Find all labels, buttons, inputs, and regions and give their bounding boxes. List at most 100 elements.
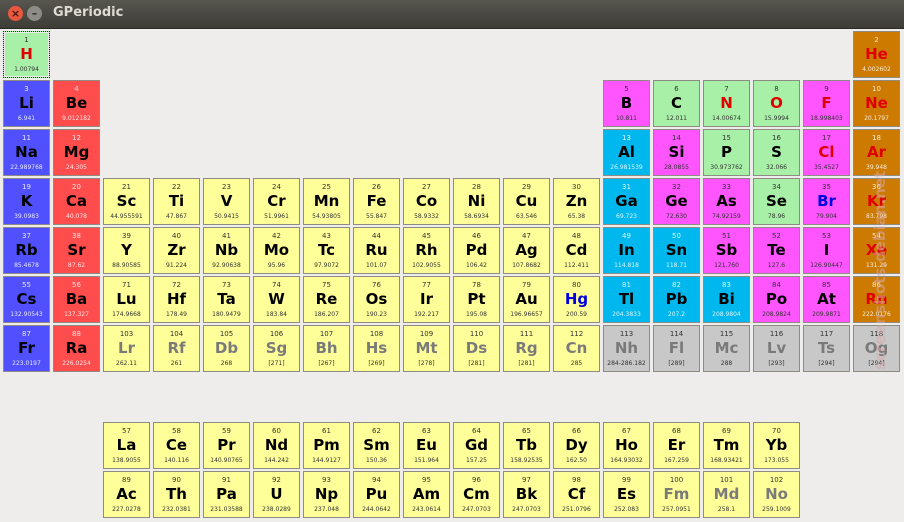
element-ir[interactable]: 77 Ir 192.217: [403, 276, 450, 323]
element-os[interactable]: 76 Os 190.23: [353, 276, 400, 323]
element-es[interactable]: 99 Es 252.083: [603, 471, 650, 518]
element-ni[interactable]: 28 Ni 58.6934: [453, 178, 500, 225]
element-re[interactable]: 75 Re 186.207: [303, 276, 350, 323]
element-mo[interactable]: 42 Mo 95.96: [253, 227, 300, 274]
element-po[interactable]: 84 Po 208.9824: [753, 276, 800, 323]
element-at[interactable]: 85 At 209.9871: [803, 276, 850, 323]
element-s[interactable]: 16 S 32.066: [753, 129, 800, 176]
element-tc[interactable]: 43 Tc 97.9072: [303, 227, 350, 274]
element-pr[interactable]: 59 Pr 140.90765: [203, 422, 250, 469]
element-mg[interactable]: 12 Mg 24.305: [53, 129, 100, 176]
element-tb[interactable]: 65 Tb 158.92535: [503, 422, 550, 469]
element-se[interactable]: 34 Se 78.96: [753, 178, 800, 225]
element-ru[interactable]: 44 Ru 101.07: [353, 227, 400, 274]
minimize-button[interactable]: –: [27, 6, 42, 21]
element-f[interactable]: 9 F 18.998403: [803, 80, 850, 127]
element-md[interactable]: 101 Md 258.1: [703, 471, 750, 518]
element-w[interactable]: 74 W 183.84: [253, 276, 300, 323]
element-ne[interactable]: 10 Ne 20.1797: [853, 80, 900, 127]
element-cm[interactable]: 96 Cm 247.0703: [453, 471, 500, 518]
element-as[interactable]: 33 As 74.92159: [703, 178, 750, 225]
element-np[interactable]: 93 Np 237.048: [303, 471, 350, 518]
element-p[interactable]: 15 P 30.973762: [703, 129, 750, 176]
element-ti[interactable]: 22 Ti 47.867: [153, 178, 200, 225]
element-cd[interactable]: 48 Cd 112.411: [553, 227, 600, 274]
element-b[interactable]: 5 B 10.811: [603, 80, 650, 127]
element-cr[interactable]: 24 Cr 51.9961: [253, 178, 300, 225]
element-ba[interactable]: 56 Ba 137.327: [53, 276, 100, 323]
element-rg[interactable]: 111 Rg [281]: [503, 325, 550, 372]
element-pu[interactable]: 94 Pu 244.0642: [353, 471, 400, 518]
element-pt[interactable]: 78 Pt 195.08: [453, 276, 500, 323]
element-am[interactable]: 95 Am 243.0614: [403, 471, 450, 518]
element-k[interactable]: 19 K 39.0983: [3, 178, 50, 225]
element-sb[interactable]: 51 Sb 121.760: [703, 227, 750, 274]
element-db[interactable]: 105 Db 268: [203, 325, 250, 372]
element-cl[interactable]: 17 Cl 35.4527: [803, 129, 850, 176]
element-th[interactable]: 90 Th 232.0381: [153, 471, 200, 518]
element-in[interactable]: 49 In 114.818: [603, 227, 650, 274]
element-lu[interactable]: 71 Lu 174.9668: [103, 276, 150, 323]
element-fl[interactable]: 114 Fl [289]: [653, 325, 700, 372]
element-dy[interactable]: 66 Dy 162.50: [553, 422, 600, 469]
element-pb[interactable]: 82 Pb 207.2: [653, 276, 700, 323]
element-c[interactable]: 6 C 12.011: [653, 80, 700, 127]
element-ra[interactable]: 88 Ra 226.0254: [53, 325, 100, 372]
element-rf[interactable]: 104 Rf 261: [153, 325, 200, 372]
element-zr[interactable]: 40 Zr 91.224: [153, 227, 200, 274]
element-ho[interactable]: 67 Ho 164.93032: [603, 422, 650, 469]
element-bk[interactable]: 97 Bk 247.0703: [503, 471, 550, 518]
element-ac[interactable]: 89 Ac 227.0278: [103, 471, 150, 518]
element-lr[interactable]: 103 Lr 262.11: [103, 325, 150, 372]
element-be[interactable]: 4 Be 9.012182: [53, 80, 100, 127]
element-hf[interactable]: 72 Hf 178.49: [153, 276, 200, 323]
element-cs[interactable]: 55 Cs 132.90543: [3, 276, 50, 323]
element-pm[interactable]: 61 Pm 144.9127: [303, 422, 350, 469]
element-ta[interactable]: 73 Ta 180.9479: [203, 276, 250, 323]
element-br[interactable]: 35 Br 79.904: [803, 178, 850, 225]
element-si[interactable]: 14 Si 28.0855: [653, 129, 700, 176]
element-ce[interactable]: 58 Ce 140.116: [153, 422, 200, 469]
element-ga[interactable]: 31 Ga 69.723: [603, 178, 650, 225]
element-lv[interactable]: 116 Lv [293]: [753, 325, 800, 372]
element-nb[interactable]: 41 Nb 92.90638: [203, 227, 250, 274]
element-te[interactable]: 52 Te 127.6: [753, 227, 800, 274]
element-pa[interactable]: 91 Pa 231.03588: [203, 471, 250, 518]
element-yb[interactable]: 70 Yb 173.055: [753, 422, 800, 469]
element-cf[interactable]: 98 Cf 251.0796: [553, 471, 600, 518]
element-sg[interactable]: 106 Sg [271]: [253, 325, 300, 372]
element-bi[interactable]: 83 Bi 208.9804: [703, 276, 750, 323]
element-ts[interactable]: 117 Ts [294]: [803, 325, 850, 372]
element-rb[interactable]: 37 Rb 85.4678: [3, 227, 50, 274]
element-y[interactable]: 39 Y 88.90585: [103, 227, 150, 274]
element-sn[interactable]: 50 Sn 118.71: [653, 227, 700, 274]
element-la[interactable]: 57 La 138.9055: [103, 422, 150, 469]
element-cn[interactable]: 112 Cn 285: [553, 325, 600, 372]
element-au[interactable]: 79 Au 196.96657: [503, 276, 550, 323]
element-tl[interactable]: 81 Tl 204.3833: [603, 276, 650, 323]
element-al[interactable]: 13 Al 26.981539: [603, 129, 650, 176]
window-titlebar[interactable]: × – GPeriodic: [0, 0, 904, 29]
element-gd[interactable]: 64 Gd 157.25: [453, 422, 500, 469]
element-he[interactable]: 2 He 4.002602: [853, 31, 900, 78]
element-sr[interactable]: 38 Sr 87.62: [53, 227, 100, 274]
element-na[interactable]: 11 Na 22.989768: [3, 129, 50, 176]
element-er[interactable]: 68 Er 167.259: [653, 422, 700, 469]
element-eu[interactable]: 63 Eu 151.964: [403, 422, 450, 469]
element-i[interactable]: 53 I 126.90447: [803, 227, 850, 274]
element-ca[interactable]: 20 Ca 40.078: [53, 178, 100, 225]
element-fr[interactable]: 87 Fr 223.0197: [3, 325, 50, 372]
element-cu[interactable]: 29 Cu 63.546: [503, 178, 550, 225]
element-bh[interactable]: 107 Bh [267]: [303, 325, 350, 372]
close-button[interactable]: ×: [8, 6, 23, 21]
element-co[interactable]: 27 Co 58.9332: [403, 178, 450, 225]
element-mn[interactable]: 25 Mn 54.93805: [303, 178, 350, 225]
element-mt[interactable]: 109 Mt [278]: [403, 325, 450, 372]
element-hg[interactable]: 80 Hg 200.59: [553, 276, 600, 323]
element-tm[interactable]: 69 Tm 168.93421: [703, 422, 750, 469]
element-pd[interactable]: 46 Pd 106.42: [453, 227, 500, 274]
element-ds[interactable]: 110 Ds [281]: [453, 325, 500, 372]
element-v[interactable]: 23 V 50.9415: [203, 178, 250, 225]
element-li[interactable]: 3 Li 6.941: [3, 80, 50, 127]
element-rh[interactable]: 45 Rh 102.9055: [403, 227, 450, 274]
